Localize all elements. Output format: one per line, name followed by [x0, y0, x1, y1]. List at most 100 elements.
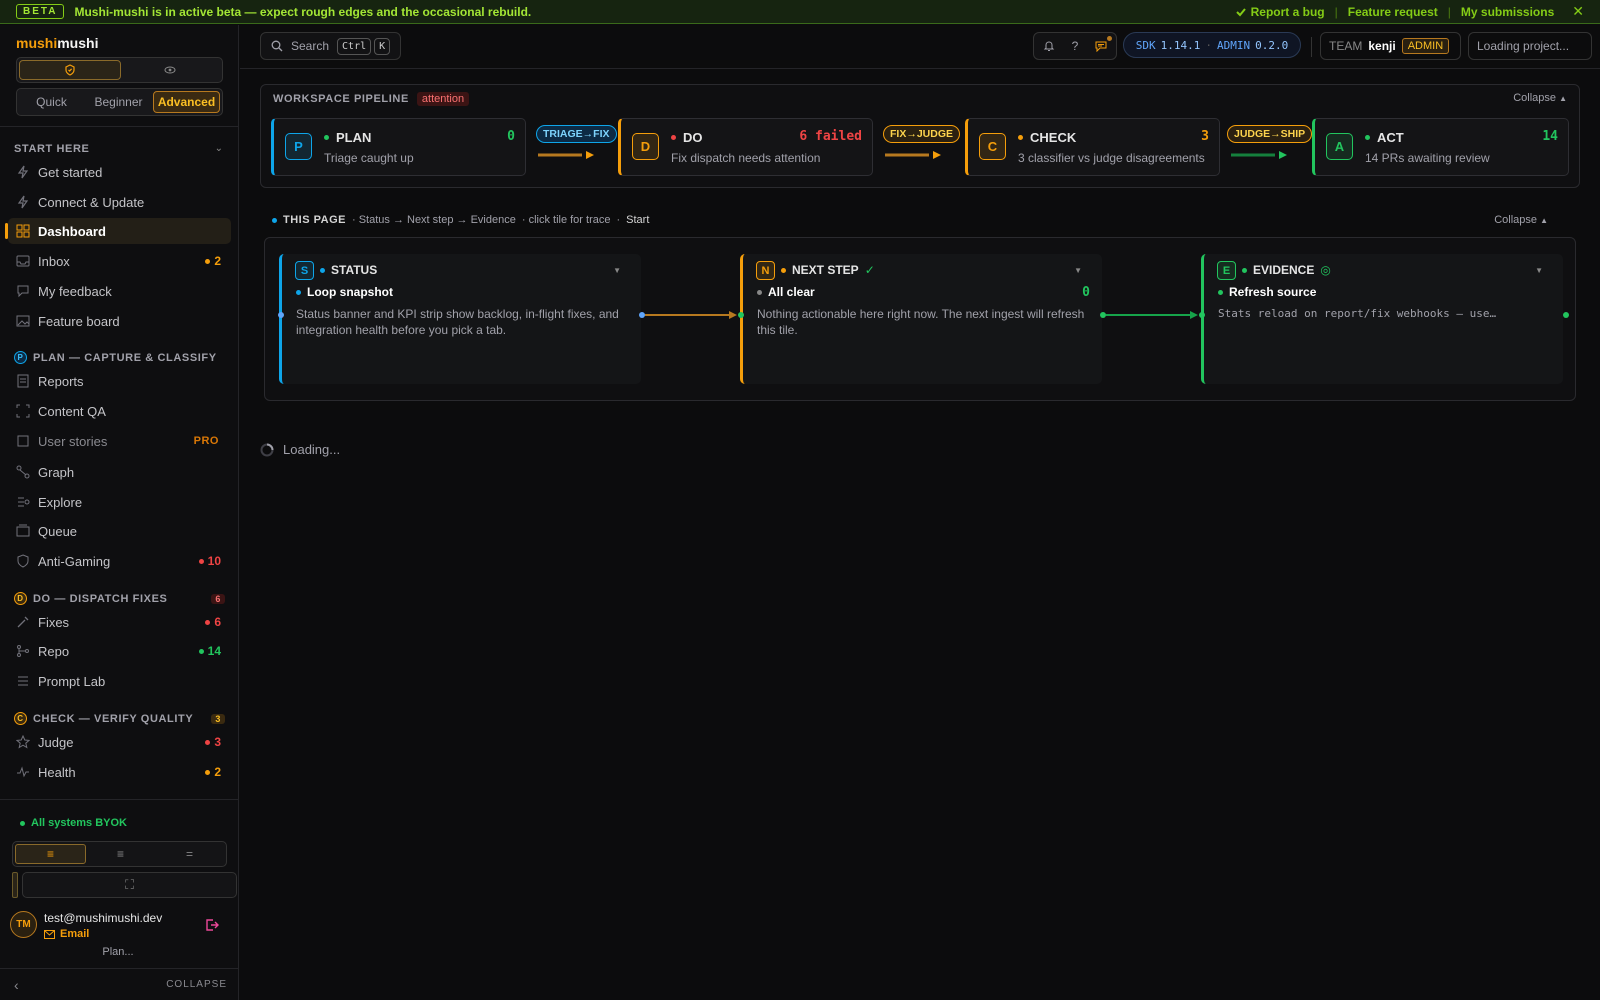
mode-quick[interactable]: Quick	[19, 91, 84, 113]
plan-label[interactable]: Plan...	[102, 946, 133, 958]
sidebar-item-queue[interactable]: Queue	[8, 518, 231, 544]
brand-logo[interactable]: mushimushi	[16, 35, 98, 51]
do-stage-badge: D	[14, 592, 27, 605]
section-do[interactable]: D DO — DISPATCH FIXES 6	[14, 592, 225, 605]
density-toggle: ≡ ≡ =	[12, 841, 227, 867]
grid-icon	[16, 224, 30, 238]
explore-icon	[16, 495, 30, 509]
shield-view-button[interactable]	[19, 60, 121, 80]
sidebar-item-prompt-lab[interactable]: Prompt Lab	[8, 668, 231, 694]
search-icon	[271, 40, 283, 52]
section-start-here[interactable]: START HERE	[14, 143, 89, 155]
sidebar-item-user-stories[interactable]: User stories PRO	[8, 428, 231, 454]
section-plan[interactable]: P PLAN — CAPTURE & CLASSIFY	[14, 351, 217, 364]
sidebar-item-graph[interactable]: Graph	[8, 459, 231, 485]
wrench-icon	[16, 615, 30, 629]
stage-summary: 3 classifier vs judge disagreements	[1018, 151, 1205, 165]
this-page-header: THIS PAGE · Status → Next step → Evidenc…	[260, 210, 1560, 230]
bolt-icon	[16, 165, 30, 179]
user-auth-method: Email	[44, 928, 89, 940]
avatar[interactable]: TM	[10, 911, 37, 938]
stage-status-dot	[1018, 135, 1023, 140]
pulse-icon	[16, 765, 30, 779]
lane-next-step[interactable]: N NEXT STEP ✓ ▼ All clear Nothing actionable …	[740, 254, 1102, 384]
lane-status-dot	[320, 267, 325, 273]
sidebar-item-content-qa[interactable]: Content QA	[8, 398, 231, 424]
report-bug-link[interactable]: Report a bug	[1235, 5, 1325, 19]
stage-do[interactable]: D DO Fix dispatch needs attention 6 failed	[618, 118, 873, 176]
this-page-collapse-button[interactable]: Collapse ▲	[1494, 214, 1548, 226]
pro-badge: PRO	[193, 435, 219, 447]
stage-check[interactable]: C CHECK 3 classifier vs judge disagreement…	[965, 118, 1220, 176]
banner-message: Mushi-mushi is in active beta — expect r…	[74, 4, 532, 19]
sidebar-item-fixes[interactable]: Fixes 6	[8, 609, 231, 635]
lane-evidence[interactable]: E EVIDENCE ◎ ▼ Refresh source Stats reload on…	[1201, 254, 1563, 384]
help-icon[interactable]: ?	[1072, 39, 1079, 53]
user-email: test@mushimushi.dev	[44, 911, 163, 925]
section-check[interactable]: C CHECK — VERIFY QUALITY 3	[14, 712, 225, 725]
feature-request-link[interactable]: Feature request	[1348, 5, 1438, 19]
loading-text: Loading...	[283, 442, 341, 457]
sidebar-item-feature-board[interactable]: Feature board	[8, 308, 231, 334]
lane-heading-dot	[296, 289, 301, 295]
density-normal[interactable]: ≡	[86, 844, 155, 864]
pipeline-collapse-button[interactable]: Collapse ▲	[1513, 92, 1567, 104]
repo-count-badge: 14	[198, 644, 221, 658]
bell-icon[interactable]	[1043, 40, 1055, 52]
close-banner-button[interactable]: ✕	[1572, 3, 1584, 20]
flow-arrow	[1231, 151, 1287, 159]
team-switcher[interactable]: TEAM kenji ADMIN	[1320, 32, 1461, 60]
sidebar-item-judge[interactable]: Judge 3	[8, 729, 231, 755]
team-role-badge: ADMIN	[1401, 38, 1450, 54]
density-compact[interactable]: ≡	[15, 844, 86, 864]
this-page-hint: · click tile for trace	[521, 214, 611, 226]
lane-connector-start	[278, 312, 284, 318]
density-comfortable[interactable]: =	[155, 844, 224, 864]
resize-handle[interactable]	[12, 872, 18, 898]
lane-heading: Loop snapshot	[296, 285, 393, 299]
shield-icon	[65, 64, 75, 76]
logout-button[interactable]	[205, 918, 219, 932]
fixes-count-badge: 6	[205, 615, 221, 629]
mail-icon	[44, 929, 55, 939]
flow-arrow	[538, 151, 594, 159]
project-selector[interactable]: Loading project...	[1468, 32, 1592, 60]
mode-switcher: Quick Beginner Advanced	[16, 88, 223, 116]
topbar: Search Ctrl K ? SDK 1.14.1 · ADMIN 0.2.0 TEA…	[240, 25, 1600, 69]
lane-status[interactable]: S STATUS ▼ Loop snapshot Status banner and K…	[279, 254, 641, 384]
lane-body: Stats reload on report/fix webhooks — us…	[1218, 307, 1497, 320]
sidebar-item-dashboard[interactable]: Dashboard	[5, 218, 231, 244]
my-submissions-link[interactable]: My submissions	[1461, 5, 1554, 19]
sidebar-item-inbox[interactable]: Inbox 2	[8, 248, 231, 274]
sidebar-item-repo[interactable]: Repo 14	[8, 638, 231, 664]
sliders-icon	[16, 674, 30, 688]
view-toggle	[16, 57, 223, 83]
caret-down-icon[interactable]: ▼	[1074, 266, 1082, 275]
mode-beginner[interactable]: Beginner	[86, 91, 151, 113]
sidebar-item-anti-gaming[interactable]: Anti-Gaming 10	[8, 548, 231, 574]
feedback-icon[interactable]	[1095, 40, 1107, 52]
sidebar-item-reports[interactable]: Reports	[8, 368, 231, 394]
sidebar-item-connect-update[interactable]: Connect & Update	[8, 189, 231, 215]
search-input[interactable]: Search Ctrl K	[260, 32, 401, 60]
eye-view-button[interactable]	[121, 60, 221, 80]
sidebar-item-explore[interactable]: Explore	[8, 489, 231, 515]
sidebar-item-health[interactable]: Health 2	[8, 759, 231, 785]
this-page-start[interactable]: Start	[626, 214, 649, 226]
caret-down-icon[interactable]: ▼	[613, 266, 621, 275]
stage-act[interactable]: A ACT 14 PRs awaiting review 14	[1312, 118, 1569, 176]
fullscreen-button[interactable]: ⛶	[22, 872, 237, 898]
stage-summary: Triage caught up	[324, 151, 414, 165]
sidebar-item-get-started[interactable]: Get started	[8, 159, 231, 185]
sidebar-collapse-button[interactable]: ‹ COLLAPSE	[0, 969, 239, 1000]
doc-icon	[16, 374, 30, 388]
chevron-down-icon[interactable]: ⌄	[215, 143, 223, 154]
lane-heading: Refresh source	[1218, 285, 1316, 299]
stage-plan[interactable]: P PLAN Triage caught up 0	[271, 118, 526, 176]
mode-advanced[interactable]: Advanced	[153, 91, 220, 113]
sidebar-item-my-feedback[interactable]: My feedback	[8, 278, 231, 304]
stage-name: DO	[671, 130, 703, 145]
eye-icon	[164, 66, 176, 74]
branch-icon	[16, 644, 30, 658]
caret-down-icon[interactable]: ▼	[1535, 266, 1543, 275]
